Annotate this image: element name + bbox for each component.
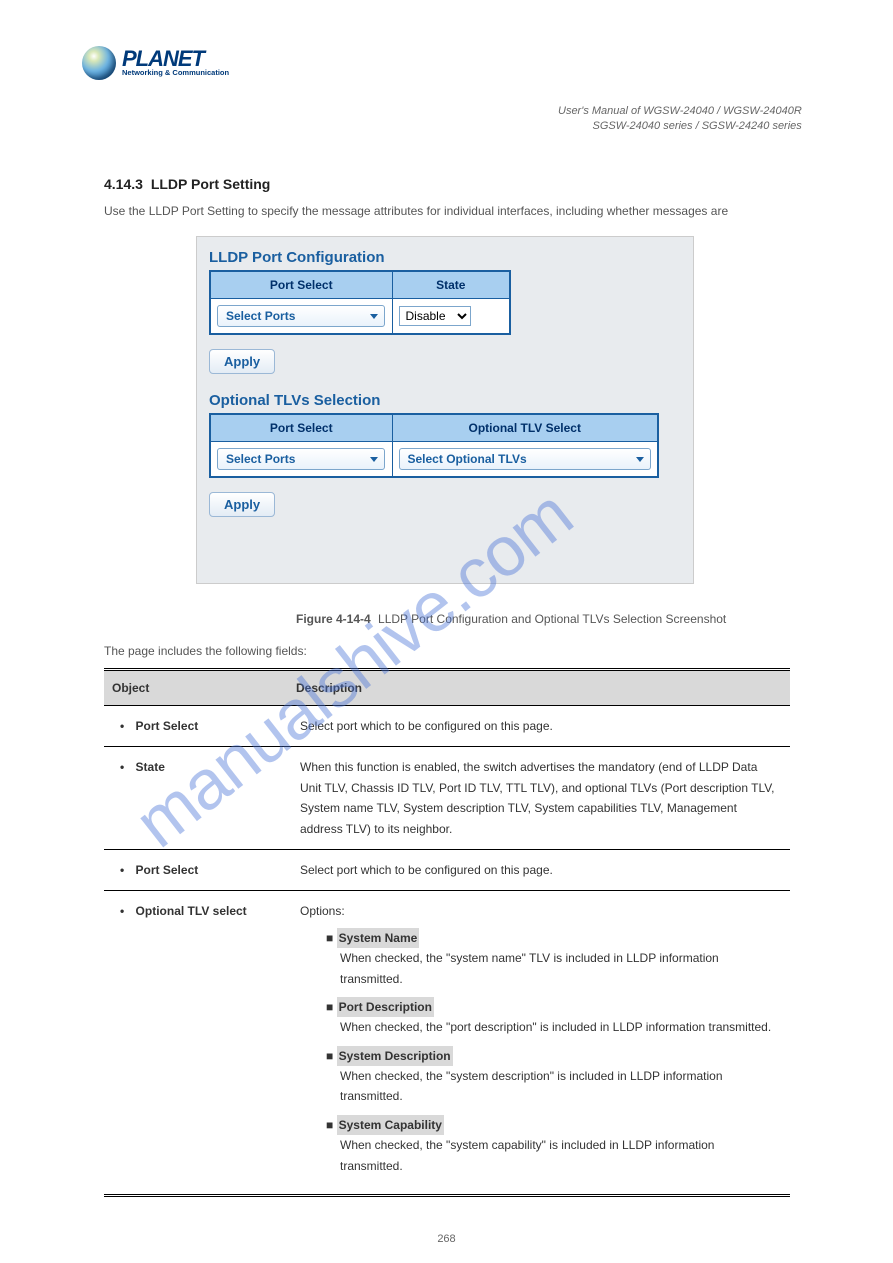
logo-tagline: Networking & Communication (122, 68, 229, 77)
port-select-label-2: Select Ports (226, 452, 295, 466)
lldp-config-panel: LLDP Port Configuration Port Select Stat… (196, 236, 694, 584)
globe-icon (82, 46, 116, 80)
figure-caption: Figure 4-14-4 LLDP Port Configuration an… (296, 612, 726, 626)
col-object: Object (104, 670, 288, 706)
logo-name: PLANET (122, 49, 229, 69)
section-heading: 4.14.3 LLDP Port Setting (104, 176, 270, 192)
chevron-down-icon (636, 457, 644, 462)
optional-tlv-label: Select Optional TLVs (408, 452, 527, 466)
port-select-header-2: Port Select (210, 414, 392, 442)
product-line: SGSW-24040 series / SGSW-24240 series (558, 119, 802, 134)
field-description-table: Object Description • Port Select Select … (104, 668, 790, 1197)
optional-tlvs-table: Port Select Optional TLV Select Select P… (209, 413, 659, 478)
table-row: • State When this function is enabled, t… (104, 747, 790, 850)
apply-button-bottom[interactable]: Apply (209, 492, 275, 517)
port-select-dropdown-2[interactable]: Select Ports (217, 448, 385, 470)
lldp-port-config-table: Port Select State Select Ports Disable (209, 270, 511, 335)
brand-logo: PLANET Networking & Communication (82, 46, 229, 80)
apply-button-top[interactable]: Apply (209, 349, 275, 374)
section-intro: Use the LLDP Port Setting to specify the… (104, 204, 728, 218)
list-item: ■ Port Description When checked, the "po… (326, 997, 778, 1038)
port-select-dropdown[interactable]: Select Ports (217, 305, 385, 327)
logo-text: PLANET Networking & Communication (122, 49, 229, 78)
state-select[interactable]: Disable (399, 306, 471, 326)
manual-title: User's Manual of WGSW-24040 / WGSW-24040… (558, 104, 802, 119)
lldp-port-config-title: LLDP Port Configuration (209, 249, 681, 266)
optional-tlv-header: Optional TLV Select (392, 414, 658, 442)
port-select-header: Port Select (210, 271, 392, 299)
optional-tlv-dropdown[interactable]: Select Optional TLVs (399, 448, 651, 470)
col-description: Description (288, 670, 790, 706)
page-number: 268 (0, 1233, 893, 1245)
table-intro: The page includes the following fields: (104, 644, 307, 658)
optional-tlvs-title: Optional TLVs Selection (209, 392, 681, 409)
chevron-down-icon (370, 314, 378, 319)
state-header: State (392, 271, 510, 299)
chevron-down-icon (370, 457, 378, 462)
table-row: • Optional TLV select Options: ■ System … (104, 891, 790, 1196)
table-row: • Port Select Select port which to be co… (104, 849, 790, 890)
table-row: • Port Select Select port which to be co… (104, 706, 790, 747)
manual-header: User's Manual of WGSW-24040 / WGSW-24040… (558, 104, 802, 135)
list-item: ■ System Name When checked, the "system … (326, 928, 778, 989)
list-item: ■ System Description When checked, the "… (326, 1046, 778, 1107)
list-item: ■ System Capability When checked, the "s… (326, 1115, 778, 1176)
port-select-label: Select Ports (226, 309, 295, 323)
